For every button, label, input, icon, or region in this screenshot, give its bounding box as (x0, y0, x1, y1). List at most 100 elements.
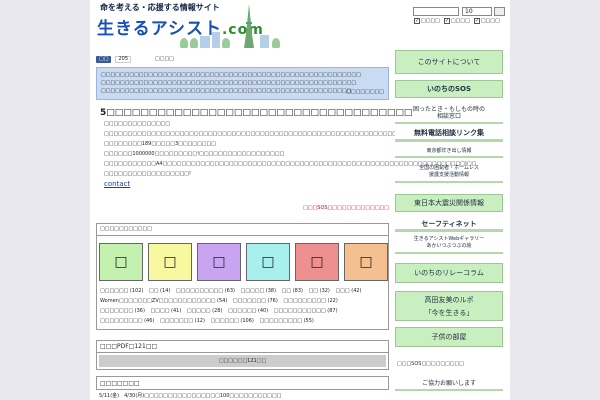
sidebar-safety-net[interactable]: セーフティネット (395, 218, 503, 232)
like-button[interactable]: □□ (96, 55, 112, 63)
site-tagline: 命を考える・応援する情報サイト (100, 3, 220, 12)
sidebar-report-line: 高田友美のルポ (424, 296, 474, 304)
category-tag[interactable]: □□□□ (41) (151, 306, 182, 316)
search-option-3[interactable]: ✓ □□□□ (473, 18, 500, 24)
category-tags: □□□□□□ (102) □□ (14) □□□□□□□□□□ (63) □□□… (100, 286, 383, 326)
sidebar-quake[interactable]: 東日本大震災関係情報 (395, 194, 503, 212)
sidebar-about[interactable]: このサイトについて (395, 50, 503, 74)
sidebar-free-call[interactable]: 無料電話相談リンク集 (395, 126, 503, 142)
sidebar-relay[interactable]: いのちのリレーコラム (395, 263, 503, 283)
tree-icon (272, 38, 280, 48)
category-swatch-1[interactable]: □ (99, 243, 143, 281)
results-count-select[interactable]: 10 (462, 7, 492, 16)
category-tag[interactable]: □□□□□□□□□□ (63) (176, 286, 235, 296)
category-tag[interactable]: □□□□□ (38) (241, 286, 276, 296)
option-label: □□□□ (421, 18, 440, 24)
site-header: 命を考える・応援する情報サイト 生きるアシスト.com 10 ✓ □□□□ ✓ □□… (90, 0, 510, 52)
tree-icon (222, 38, 230, 48)
article-line: □□□□□□□□189□□□□□3□□□□□□□□ (104, 141, 216, 147)
category-tag[interactable]: □□□ (42) (335, 286, 361, 296)
sidebar-tokyo[interactable]: 東京都炊き出し情報 (395, 148, 503, 158)
update-text: 5/11(金) 4/30(月)□□□□□□□□□□□□□□□□100□□□□□□… (99, 393, 282, 399)
checkbox-checked-icon: ✓ (473, 18, 480, 24)
building-icon (260, 35, 269, 48)
category-tag[interactable]: □□□□□□□□□ (55) (259, 316, 313, 326)
category-tag[interactable]: □□□□□□ (106) (210, 316, 253, 326)
pdf-button[interactable]: □□□□□□121□□ (99, 355, 386, 367)
pdf-box: □□□PDF□121□□ □□□□□□121□□ (96, 340, 389, 370)
search-button[interactable] (494, 7, 505, 16)
sidebar-gallery[interactable]: 生きるアシストWebギャラリー あかいつぶつぶの絵 (395, 236, 503, 254)
tree-icon (190, 38, 198, 48)
notice-line: □□□□□□□□□□□□□□□□□□□□□□□□□□□□□□□□□□□□□□□□… (101, 72, 361, 78)
category-tag[interactable]: □□□□□□ (40) (228, 306, 268, 316)
sidebar-gallery-line: あかいつぶつぶの絵 (426, 243, 472, 249)
article-line: □□□□□□□□□□□A4□□□□□□□□□□□□□□□□□□□□□□□□□□□… (104, 161, 477, 167)
article-line: □□□□□□□□□□□□□□□□□□□□□□□□□□□□□□□□□□□□□□□□… (104, 131, 430, 137)
sidebar-gallery-line: 生きるアシストWebギャラリー (413, 236, 485, 242)
update-heading: □□□□□□□ (96, 376, 389, 390)
category-tag[interactable]: □□ (32) (309, 286, 330, 296)
category-tag[interactable]: □□□□□□□□□ (46) (100, 316, 154, 326)
search-input[interactable] (413, 7, 459, 16)
notice-line: □□□□□□□□□□□□□□□□□□□□□□□□□□□□□□□□□□□□□□□□… (101, 88, 352, 94)
sidebar-trouble-line: 困ったとき・もしもの時の (412, 106, 485, 113)
categories-box: □□□□□□□□□□□ □ □ □ □ □ □ □□□□□□ (102) □□ … (96, 223, 389, 330)
category-swatch-4[interactable]: □ (246, 243, 290, 281)
sidebar-homeless-line: 全国の困窮者・ホームレス (419, 165, 479, 171)
checkbox-checked-icon: ✓ (414, 18, 420, 24)
tree-icon (180, 38, 188, 48)
page: 命を考える・応援する情報サイト 生きるアシスト.com 10 ✓ □□□□ ✓ □□… (90, 0, 510, 400)
category-tag[interactable]: Women□□□□□□□ZV□□□□□□□□□□□□ (54) (100, 296, 227, 306)
share-link[interactable]: □□□□ (155, 56, 174, 62)
option-label: □□□□ (450, 18, 470, 24)
sidebar-trouble-line: 相談窓口 (436, 113, 461, 120)
sidebar-report-line: 「今を生きる」 (424, 309, 474, 317)
category-swatch-6[interactable]: □ (344, 243, 388, 281)
site-logo[interactable]: 生きるアシスト.com (97, 14, 264, 39)
category-tag[interactable]: □□ (83) (282, 286, 303, 296)
category-tag[interactable]: □□□□□□□□□ (22) (283, 296, 337, 306)
search-option-2[interactable]: ✓ □□□□ (443, 18, 470, 24)
sidebar-kids[interactable]: 子供の部屋 (395, 327, 503, 347)
notice-link[interactable]: □□□□□□□□ (346, 88, 384, 96)
search-options: ✓ □□□□ ✓ □□□□ ✓ □□□□ (414, 18, 500, 24)
tower-icon (244, 4, 254, 48)
sos-link[interactable]: □□□SOS□□□□□□□□□□□□□ (303, 205, 389, 211)
article-line: □□□□□□1000000□□□□□□□□□!□□□□□□□□□□□□□□□□□… (104, 151, 285, 157)
like-count: 205 (115, 55, 131, 63)
notice-box: □□□□□□□□□□□□□□□□□□□□□□□□□□□□□□□□□□□□□□□□… (96, 67, 389, 100)
pdf-heading: □□□PDF□121□□ (97, 341, 388, 353)
sidebar-trouble[interactable]: 困ったとき・もしもの時の 相談窓口 (395, 104, 503, 124)
sidebar-report[interactable]: 高田友美のルポ 「今を生きる」 (395, 291, 503, 321)
category-tag[interactable]: □□□□□ (28) (187, 306, 222, 316)
article: 5□□□□□□□□□□□□□□□□□□□□□□□□□□□□□□□□□□□□ □□… (96, 107, 477, 211)
building-icon (200, 36, 210, 48)
article-body: □□□□□□□□□□□□□□ □□□□□□□□□□□□□□□□□□□□□□□□□… (96, 119, 477, 190)
sidebar-donate[interactable]: ご協力お願いします (395, 379, 503, 391)
category-swatch-5[interactable]: □ (295, 243, 339, 281)
contact-link[interactable]: contact (104, 180, 130, 188)
category-swatch-3[interactable]: □ (197, 243, 241, 281)
category-tag[interactable]: □□ (14) (149, 286, 170, 296)
sidebar-homeless[interactable]: 全国の困窮者・ホームレス 援護支援活動情報 (395, 165, 503, 183)
article-title[interactable]: 5□□□□□□□□□□□□□□□□□□□□□□□□□□□□□□□□□□□□ (96, 107, 412, 119)
article-line: □□□□□□□□□□□□□□□□□□! (104, 171, 192, 177)
category-tag[interactable]: □□□□□□ (102) (100, 286, 143, 296)
sidebar-sos[interactable]: いのちのSOS (395, 80, 503, 98)
category-tag[interactable]: □□□□□□□ (76) (233, 296, 278, 306)
category-tag[interactable]: □□□□□□□ (12) (160, 316, 205, 326)
checkbox-checked-icon: ✓ (443, 18, 450, 24)
sidebar-homeless-line: 援護支援活動情報 (428, 172, 469, 178)
sidebar-sos-note: □□□SOS□□□□□□□□□ (397, 361, 464, 367)
article-line: □□□□□□□□□□□□□□ (104, 121, 171, 127)
building-icon (212, 32, 220, 48)
category-tag[interactable]: □□□□□□□ (36) (100, 306, 145, 316)
option-label: □□□□ (480, 18, 500, 24)
notice-line: □□□□□□□□□□□□□□□□□□□□□□□□□□□□□□□□□□□□□□□□… (101, 80, 357, 86)
categories-heading: □□□□□□□□□□□ (97, 224, 388, 236)
category-tag[interactable]: □□□□□□□□□□□ (87) (274, 306, 338, 316)
category-swatches: □ □ □ □ □ □ (99, 243, 388, 281)
search-option-1[interactable]: ✓ □□□□ (414, 18, 440, 24)
category-swatch-2[interactable]: □ (148, 243, 192, 281)
